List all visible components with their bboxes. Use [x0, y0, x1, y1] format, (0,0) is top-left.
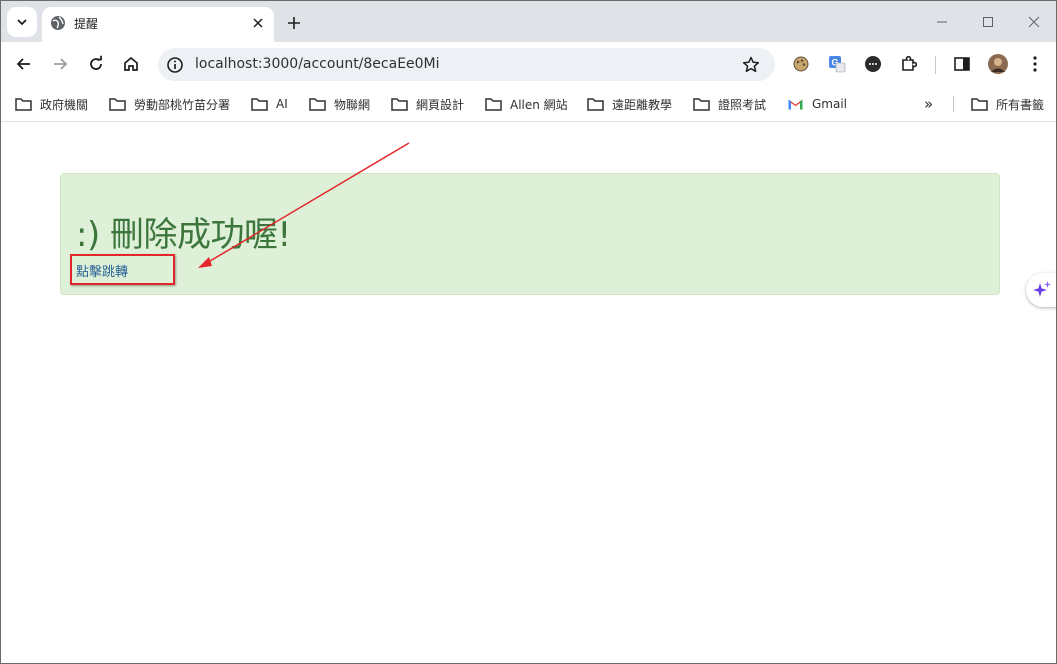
page-content: :) 刪除成功喔! 點擊跳轉	[1, 123, 1056, 663]
info-icon[interactable]	[166, 56, 184, 74]
all-bookmarks-button[interactable]: 所有書籤	[971, 95, 1044, 113]
alert-heading: :) 刪除成功喔!	[76, 215, 291, 255]
folder-icon	[251, 98, 268, 111]
bookmark-folder[interactable]: AI	[251, 95, 288, 113]
chevrons-right-icon: »	[924, 95, 934, 113]
bookmark-label: 物聯網	[334, 97, 371, 112]
window-close-button[interactable]	[1021, 9, 1047, 35]
chat-extension-icon	[865, 56, 881, 72]
bookmark-folder[interactable]: 物聯網	[309, 95, 370, 113]
maximize-icon	[983, 17, 993, 27]
more-vertical-icon	[1033, 56, 1037, 72]
arrow-left-icon	[16, 58, 30, 70]
annotation-highlight-box	[70, 254, 175, 285]
folder-icon	[109, 98, 126, 111]
toolbar-divider	[935, 56, 936, 74]
tab-search-button[interactable]	[7, 7, 37, 37]
bookmark-label: 遠距離教學	[612, 97, 673, 112]
bookmark-label: 網頁設計	[416, 97, 465, 112]
maximize-button[interactable]	[975, 9, 1001, 35]
profile-avatar[interactable]	[988, 54, 1008, 74]
extensions-menu-button[interactable]	[899, 54, 919, 74]
back-button[interactable]	[11, 51, 37, 77]
extension-1-button[interactable]	[791, 54, 811, 74]
bookmarks-divider	[953, 96, 954, 112]
side-panel-button[interactable]	[952, 54, 972, 74]
puzzle-icon	[902, 55, 918, 71]
menu-button[interactable]	[1025, 54, 1045, 74]
bookmark-folder[interactable]: 證照考試	[693, 95, 766, 113]
extension-2-button[interactable]: G	[827, 54, 847, 74]
bookmark-folder[interactable]: 遠距離教學	[587, 95, 672, 113]
browser-window: 提醒 localhost:3000/account/8ecaEe0Mi G 政府…	[0, 0, 1057, 664]
bookmark-folder[interactable]: 勞動部桃竹苗分署	[109, 95, 230, 113]
success-alert: :) 刪除成功喔! 點擊跳轉	[60, 173, 1000, 295]
folder-icon	[391, 98, 408, 111]
bookmark-gmail[interactable]: Gmail	[787, 95, 847, 113]
new-tab-button[interactable]	[283, 12, 305, 34]
url-text[interactable]: localhost:3000/account/8ecaEe0Mi	[195, 56, 440, 72]
bookmark-folder[interactable]: 政府機關	[15, 95, 88, 113]
bookmark-label: Allen 網站	[510, 97, 568, 112]
bookmarks-bar: 政府機關 勞動部桃竹苗分署 AI 物聯網 網頁設計 Allen 網站 遠距離教學	[1, 87, 1056, 122]
tab-strip: 提醒	[1, 1, 1056, 42]
star-icon[interactable]	[741, 55, 761, 75]
bookmark-folder[interactable]: Allen 網站	[485, 95, 568, 113]
toolbar: localhost:3000/account/8ecaEe0Mi G	[1, 42, 1056, 87]
translate-extension-icon: G	[829, 56, 846, 73]
bookmarks-overflow-button[interactable]: »	[924, 95, 933, 113]
arrow-right-icon	[54, 58, 68, 70]
bookmark-label: 政府機關	[40, 97, 89, 112]
home-button[interactable]	[118, 51, 144, 77]
home-icon	[124, 56, 138, 71]
forward-button[interactable]	[47, 51, 73, 77]
avatar-icon	[988, 54, 1008, 74]
folder-icon	[971, 98, 988, 111]
chevron-down-icon	[17, 19, 27, 26]
reload-button[interactable]	[83, 51, 109, 77]
side-panel-icon	[954, 57, 970, 71]
tab-active[interactable]: 提醒	[42, 7, 274, 42]
address-bar[interactable]: localhost:3000/account/8ecaEe0Mi	[158, 48, 775, 81]
extension-3-button[interactable]	[863, 54, 883, 74]
bookmark-folder[interactable]: 網頁設計	[391, 95, 464, 113]
tab-title: 提醒	[74, 17, 99, 31]
gmail-icon	[788, 99, 803, 110]
minimize-button[interactable]	[929, 9, 955, 35]
sparkle-icon	[1033, 281, 1051, 297]
bookmark-label: AI	[276, 97, 288, 111]
minimize-icon	[937, 21, 947, 23]
folder-icon	[15, 98, 32, 111]
folder-icon	[485, 98, 502, 111]
bookmark-label: 所有書籤	[996, 97, 1045, 112]
bookmark-label: 勞動部桃竹苗分署	[134, 97, 231, 112]
ai-assistant-button[interactable]	[1026, 273, 1056, 307]
bookmark-label: Gmail	[812, 97, 848, 111]
bookmark-label: 證照考試	[718, 97, 767, 112]
close-icon	[1028, 16, 1040, 28]
folder-icon	[587, 98, 604, 111]
reload-icon	[90, 55, 102, 70]
palette-extension-icon	[793, 56, 809, 72]
globe-icon	[51, 16, 65, 30]
folder-icon	[693, 98, 710, 111]
close-icon[interactable]	[250, 15, 266, 31]
folder-icon	[309, 98, 326, 111]
